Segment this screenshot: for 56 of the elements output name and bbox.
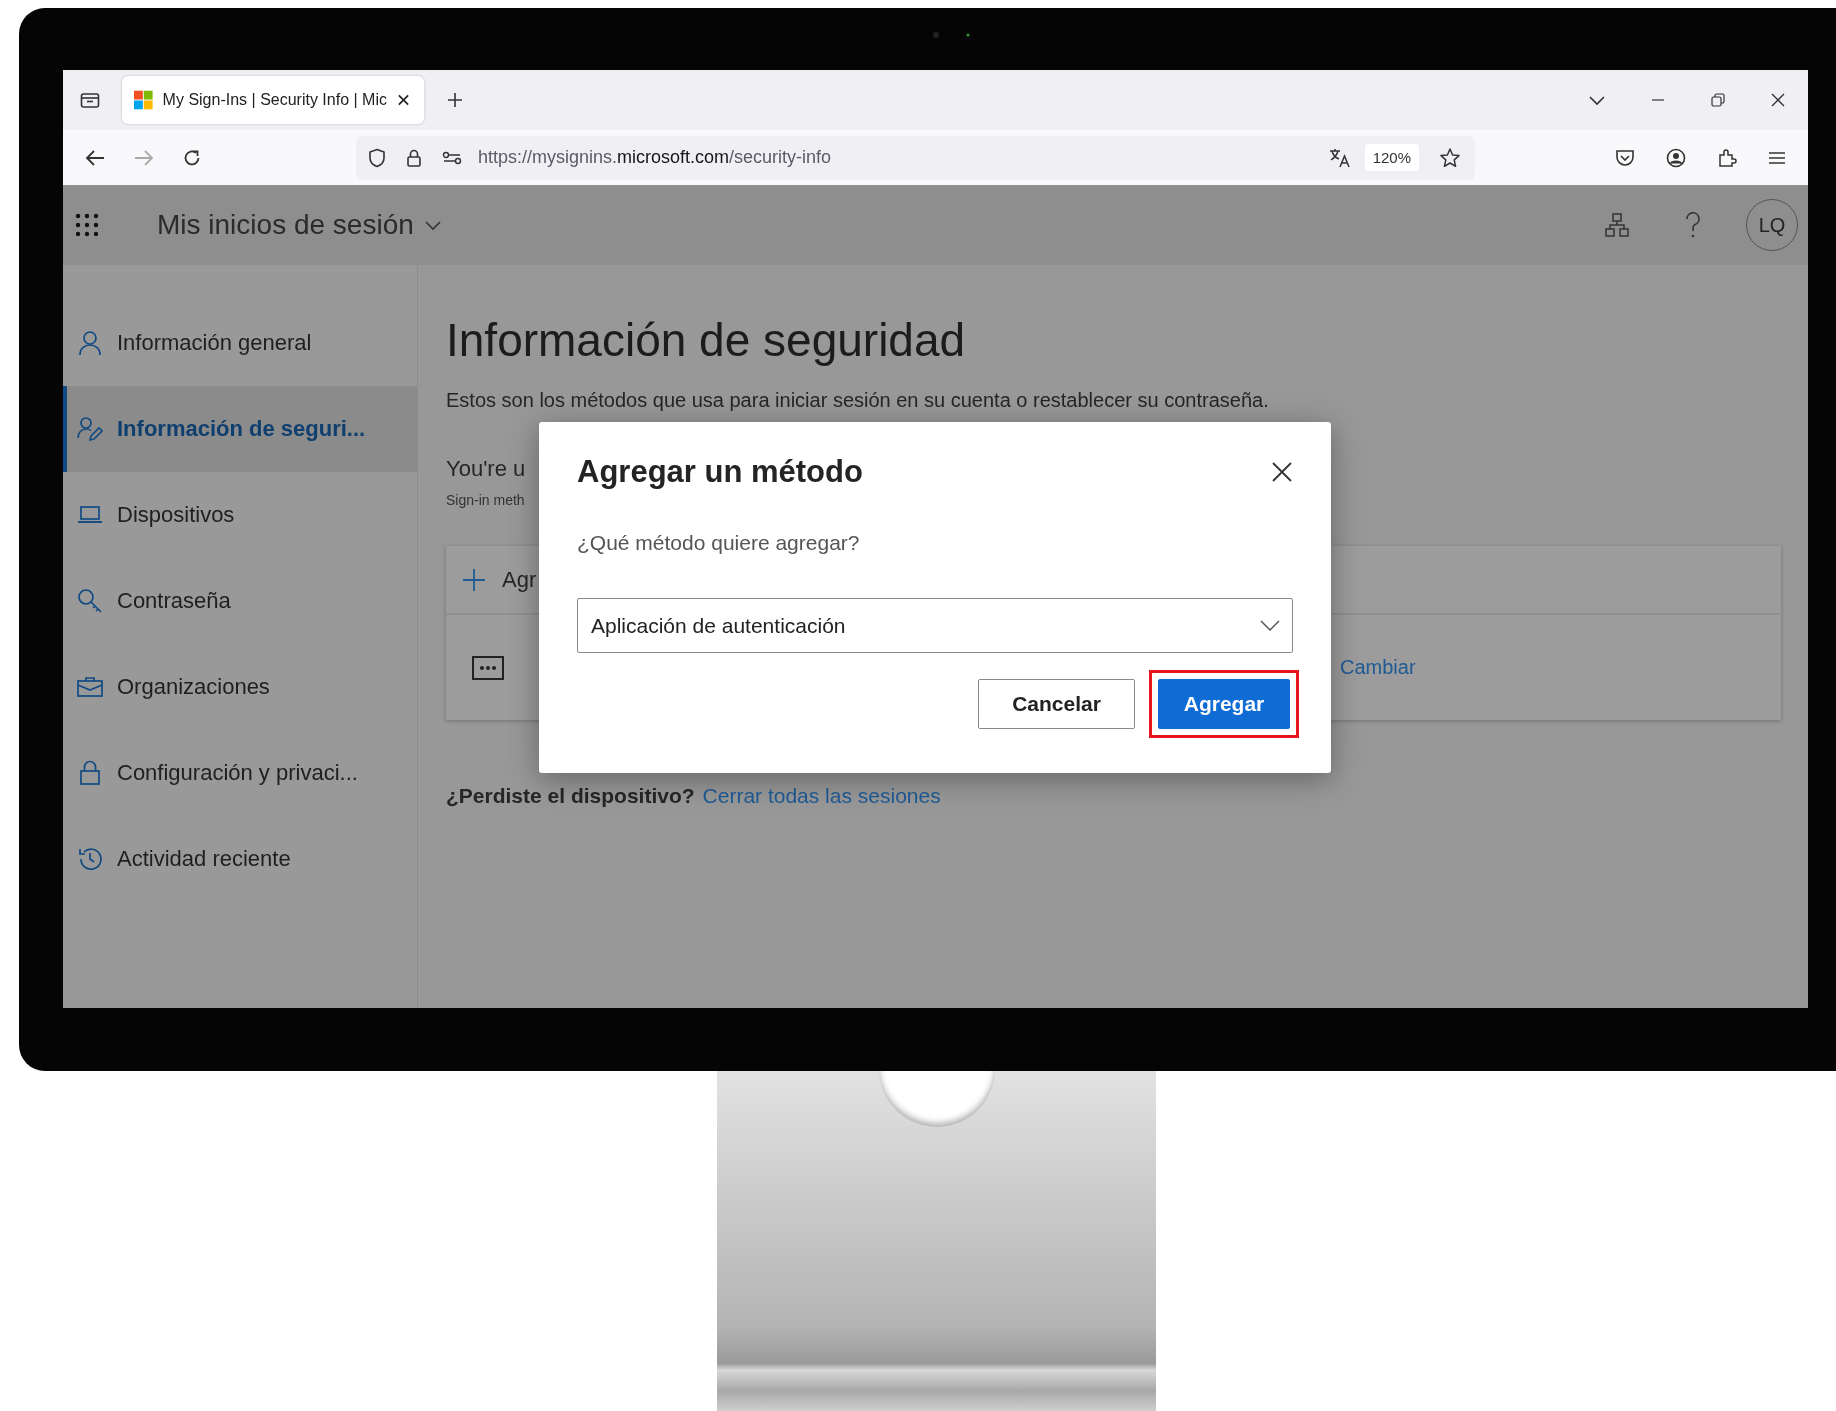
sidebar-item[interactable]: Información general	[63, 300, 417, 386]
app-launcher-icon[interactable]	[75, 213, 99, 237]
menu-icon[interactable]	[1768, 149, 1786, 166]
back-arrow-icon[interactable]	[84, 148, 106, 167]
puzzle-icon[interactable]	[1717, 147, 1737, 168]
lost-device-text: ¿Perdiste el dispositivo?	[446, 784, 695, 808]
browser-tab[interactable]: My Sign-Ins | Security Info | Mic	[122, 76, 424, 124]
four-squares-logo-icon	[134, 90, 153, 110]
chevron-down-icon[interactable]	[1588, 94, 1606, 106]
method-dropdown[interactable]: Aplicación de autenticación	[577, 598, 1293, 653]
briefcase-icon	[77, 676, 103, 698]
permissions-icon[interactable]	[442, 149, 462, 166]
url-text: https://mysignins.microsoft.com/security-info	[478, 147, 832, 168]
shield-icon[interactable]	[368, 147, 386, 168]
cancel-button[interactable]: Cancelar	[978, 679, 1135, 729]
sidebar-item[interactable]: Contraseña	[63, 558, 417, 644]
add-button[interactable]: Agregar	[1158, 679, 1290, 729]
default-method-note: Sign-in meth	[446, 492, 525, 508]
help-icon[interactable]	[1684, 211, 1702, 239]
lock-icon	[77, 760, 103, 786]
sidebar-item[interactable]: Configuración y privaci...	[63, 730, 417, 816]
app-title[interactable]: Mis inicios de sesión	[157, 209, 414, 241]
dialog-title: Agregar un método	[577, 454, 863, 490]
password-dots-icon	[472, 655, 504, 680]
account-icon[interactable]	[1666, 147, 1686, 168]
sidebar-item[interactable]: Actividad reciente	[63, 816, 417, 902]
sidebar-item[interactable]: Organizaciones	[63, 644, 417, 730]
person-pencil-icon	[77, 416, 103, 442]
tab-title: My Sign-Ins | Security Info | Mic	[162, 91, 387, 109]
pocket-icon[interactable]	[1615, 148, 1635, 167]
default-method-heading: You're u	[446, 456, 526, 482]
sidebar-item[interactable]: Dispositivos	[63, 472, 417, 558]
lock-icon[interactable]	[406, 147, 422, 168]
chevron-down-icon	[1260, 619, 1280, 632]
zoom-level-badge[interactable]: 120%	[1364, 144, 1419, 171]
page-description: Estos son los métodos que usa para iniciar sesión en su cuenta o restablecer su contraseña.	[446, 389, 1270, 412]
dialog-question: ¿Qué método quiere agregar?	[577, 531, 861, 555]
add-method-link[interactable]: Agr	[502, 566, 537, 593]
close-icon[interactable]	[1271, 461, 1293, 483]
page-title: Información de seguridad	[446, 313, 967, 367]
tab-list-icon[interactable]	[80, 91, 100, 109]
plus-icon[interactable]	[462, 567, 486, 592]
address-bar[interactable]: https://mysignins.microsoft.com/security-info 120%	[356, 135, 1475, 180]
organization-chart-icon[interactable]	[1604, 212, 1630, 238]
close-icon[interactable]	[397, 93, 410, 107]
webcam-icon	[932, 31, 972, 39]
new-tab-icon[interactable]	[446, 91, 464, 109]
star-icon[interactable]	[1439, 146, 1461, 169]
key-icon	[77, 588, 103, 614]
sidebar-item[interactable]: Información de seguri...	[63, 386, 417, 472]
person-icon	[77, 330, 103, 356]
restore-icon[interactable]	[1710, 92, 1726, 108]
laptop-icon	[77, 505, 103, 525]
translate-icon[interactable]	[1328, 147, 1351, 168]
history-icon	[77, 846, 103, 872]
close-icon[interactable]	[1770, 92, 1786, 108]
